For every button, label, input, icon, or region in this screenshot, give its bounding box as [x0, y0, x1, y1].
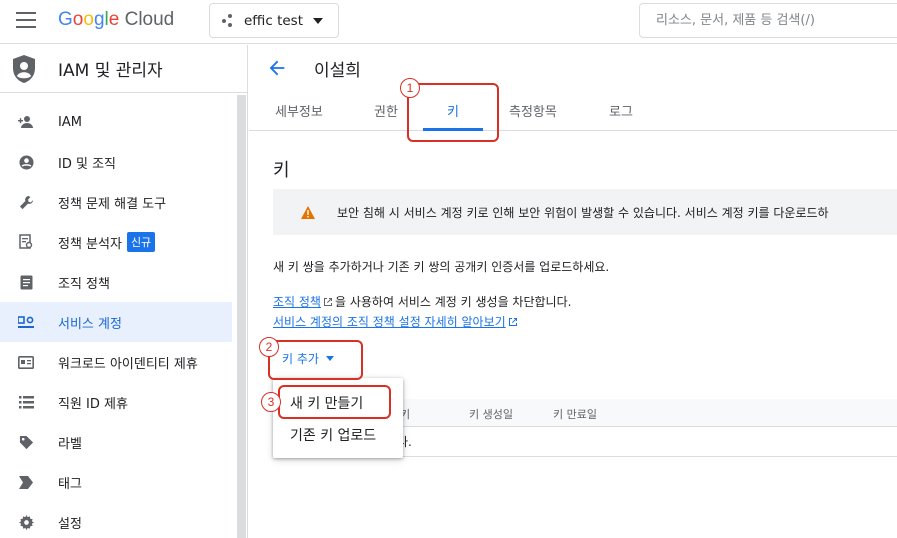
tab-metrics[interactable]: 측정항목 [509, 101, 557, 120]
tab-details[interactable]: 세부정보 [275, 101, 323, 120]
project-selector[interactable]: effic test [209, 3, 339, 38]
sidebar-item-label: 태그 [58, 476, 82, 492]
menu-icon[interactable] [16, 12, 36, 28]
warning-banner: 보안 침해 시 서비스 계정 키로 인해 보안 위험이 발생할 수 있습니다. … [273, 189, 897, 235]
sidebar-item-1[interactable]: ID 및 조직 [0, 142, 232, 182]
sidebar-item-6[interactable]: 워크로드 아이덴티티 제휴 [0, 342, 232, 382]
sidebar-item-label: 직원 ID 제휴 [58, 396, 128, 412]
annotation-box-3 [278, 385, 391, 419]
learn-more-link[interactable]: 서비스 계정의 조직 정책 설정 자세히 알아보기 [273, 315, 506, 329]
logo-google: Google [58, 9, 120, 30]
external-link-icon [508, 318, 517, 326]
sidebar-title: IAM 및 관리자 [58, 61, 163, 81]
warning-text: 보안 침해 시 서비스 계정 키로 인해 보안 위험이 발생할 수 있습니다. … [337, 205, 829, 220]
list-icon [18, 394, 34, 410]
sidebar-item-9[interactable]: 태그 [0, 462, 232, 502]
menu-item-upload-key[interactable]: 기존 키 업로드 [290, 425, 376, 445]
top-bar: Google Cloud effic test [0, 0, 897, 44]
policy-analyzer-icon [18, 234, 34, 250]
external-link-icon [323, 298, 332, 306]
search-input[interactable] [640, 4, 897, 37]
document-icon [18, 274, 34, 290]
annotation-number-3: 3 [261, 392, 281, 412]
back-arrow-icon[interactable] [266, 57, 288, 79]
keys-description: 새 키 쌍을 추가하거나 기존 키 쌍의 공개키 인증서를 업로드하세요. [273, 260, 610, 274]
shield-icon [13, 54, 35, 83]
sidebar-item-label: 워크로드 아이덴티티 제휴 [58, 356, 198, 372]
tab-bar: 세부정보 권한 키 측정항목 로그 [249, 91, 897, 131]
section-title: 키 [273, 160, 290, 181]
warning-icon [301, 205, 315, 219]
project-name: effic test [244, 12, 303, 29]
wrench-icon [18, 194, 34, 210]
main-content: 이설희 세부정보 권한 키 측정항목 로그 키 보안 침해 시 서비스 계정 키… [249, 45, 897, 538]
sidebar-nav: IAM ID 및 조직정책 문제 해결 도구정책 분석자 신규조직 정책서비스 계정… [0, 102, 232, 538]
id-card-icon [18, 354, 34, 370]
google-cloud-logo[interactable]: Google Cloud [58, 9, 174, 31]
sidebar-item-label: 설정 [58, 516, 82, 532]
chevron-tag-icon [18, 474, 34, 490]
tab-permissions[interactable]: 권한 [374, 101, 398, 120]
sidebar-item-label: IAM [58, 114, 82, 130]
sidebar-header: IAM 및 관리자 [0, 45, 247, 93]
sidebar-scrollbar[interactable] [237, 95, 246, 538]
column-expires: 키 만료일 [553, 408, 597, 421]
new-badge: 신규 [126, 232, 156, 252]
learn-line: 서비스 계정의 조직 정책 설정 자세히 알아보기 [273, 313, 520, 330]
logo-cloud: Cloud [124, 9, 175, 30]
policy-text: 을 사용하여 서비스 계정 키 생성을 차단합니다. [334, 295, 572, 309]
sidebar-item-2[interactable]: 정책 문제 해결 도구 [0, 182, 232, 222]
account-circle-icon [18, 154, 34, 170]
column-created: 키 생성일 [469, 408, 513, 421]
sidebar: IAM 및 관리자 IAM ID 및 조직정책 문제 해결 도구정책 분석자 신규조… [0, 45, 248, 538]
sidebar-item-8[interactable]: 라벨 [0, 422, 232, 462]
project-dots-icon [222, 13, 236, 28]
tab-logs[interactable]: 로그 [609, 101, 633, 120]
annotation-number-2: 2 [259, 337, 279, 357]
org-policy-link[interactable]: 조직 정책 [273, 295, 321, 309]
sidebar-item-label: 정책 분석자 [58, 236, 122, 252]
sidebar-item-3[interactable]: 정책 분석자 신규 [0, 222, 232, 262]
sidebar-item-10[interactable]: 설정 [0, 502, 232, 538]
page-title: 이설희 [314, 61, 361, 81]
sidebar-item-label: 라벨 [58, 436, 82, 452]
person-add-icon [18, 114, 34, 130]
sidebar-item-label: 조직 정책 [58, 276, 110, 292]
sidebar-item-5[interactable]: 서비스 계정 [0, 302, 232, 342]
sidebar-item-0[interactable]: IAM [0, 102, 232, 142]
annotation-box-2 [268, 340, 363, 380]
policy-line: 조직 정책 을 사용하여 서비스 계정 키 생성을 차단합니다. [273, 293, 571, 310]
sidebar-item-label: 정책 문제 해결 도구 [58, 196, 167, 212]
service-account-icon [18, 314, 34, 330]
annotation-number-1: 1 [400, 78, 420, 98]
search-box [639, 3, 897, 38]
sidebar-item-7[interactable]: 직원 ID 제휴 [0, 382, 232, 422]
tag-icon [18, 434, 34, 450]
annotation-box-1 [407, 83, 499, 142]
sidebar-item-4[interactable]: 조직 정책 [0, 262, 232, 302]
sidebar-item-label: 서비스 계정 [58, 316, 122, 332]
chevron-down-icon [313, 17, 323, 24]
sidebar-item-label: ID 및 조직 [58, 156, 116, 172]
gear-icon [18, 514, 34, 530]
